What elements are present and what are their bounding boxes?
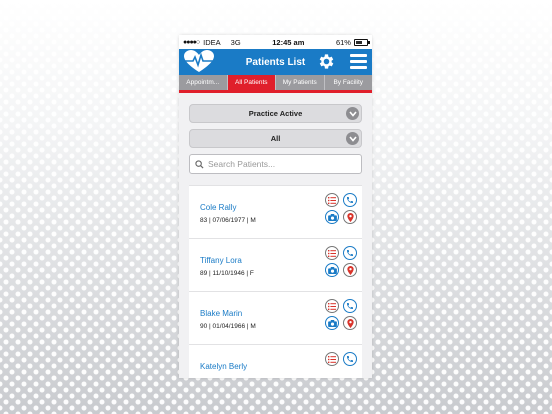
heart-monitor-logo-icon xyxy=(184,50,214,72)
tab-bar: Appointm... All Patients My Patients By … xyxy=(179,75,372,93)
network-label: 3G xyxy=(230,37,241,47)
list-icon[interactable] xyxy=(325,352,339,366)
search-icon xyxy=(195,159,204,169)
map-pin-icon[interactable] xyxy=(343,210,357,224)
signal-icon: ●●●●○ xyxy=(183,38,200,46)
list-icon[interactable] xyxy=(325,299,339,313)
app-header: Patients List xyxy=(179,49,372,75)
chevron-down-icon xyxy=(346,107,359,120)
hamburger-menu-icon[interactable] xyxy=(350,54,367,69)
battery-fill xyxy=(355,40,363,44)
phone-icon[interactable] xyxy=(343,246,357,260)
list-icon[interactable] xyxy=(325,193,339,207)
page-title: Patients List xyxy=(245,56,306,68)
tab-appointments[interactable]: Appointm... xyxy=(179,75,228,90)
camera-icon[interactable] xyxy=(325,316,339,330)
list-item[interactable]: Blake Marin 90 | 01/04/1966 | M xyxy=(189,292,362,345)
camera-icon[interactable] xyxy=(325,210,339,224)
scope-filter-dropdown[interactable]: All xyxy=(189,129,362,148)
tab-my-patients[interactable]: My Patients xyxy=(276,75,325,90)
search-input[interactable] xyxy=(208,159,358,169)
battery-percent: 61% xyxy=(335,37,351,47)
phone-icon[interactable] xyxy=(343,299,357,313)
list-item[interactable]: Cole Rally 83 | 07/06/1977 | M xyxy=(189,186,362,239)
patient-list: Cole Rally 83 | 07/06/1977 | M Tiffany L… xyxy=(189,185,362,378)
map-pin-icon[interactable] xyxy=(343,316,357,330)
chevron-down-icon xyxy=(346,132,359,145)
gear-icon[interactable] xyxy=(317,52,336,71)
tab-by-facility[interactable]: By Facility xyxy=(324,75,372,90)
tab-all-patients[interactable]: All Patients xyxy=(227,75,276,90)
list-icon[interactable] xyxy=(325,246,339,260)
content-area: Practice Active All Cole Rally 83 | 07/0… xyxy=(179,93,372,378)
map-pin-icon[interactable] xyxy=(343,263,357,277)
clock-label: 12:45 am xyxy=(272,37,305,47)
search-box xyxy=(189,154,362,174)
phone-icon[interactable] xyxy=(343,352,357,366)
scope-filter-value: All xyxy=(270,134,281,143)
phone-screen: ●●●●○ IDEA 3G 12:45 am 61% Patients List… xyxy=(179,35,372,378)
practice-filter-value: Practice Active xyxy=(248,109,303,118)
list-item[interactable]: Tiffany Lora 89 | 11/10/1946 | F xyxy=(189,239,362,292)
status-bar: ●●●●○ IDEA 3G 12:45 am 61% xyxy=(179,35,372,49)
list-item[interactable]: Katelyn Berly xyxy=(189,345,362,378)
battery-icon xyxy=(353,38,370,46)
carrier-label: IDEA xyxy=(203,37,221,47)
camera-icon[interactable] xyxy=(325,263,339,277)
phone-icon[interactable] xyxy=(343,193,357,207)
practice-filter-dropdown[interactable]: Practice Active xyxy=(189,104,362,123)
